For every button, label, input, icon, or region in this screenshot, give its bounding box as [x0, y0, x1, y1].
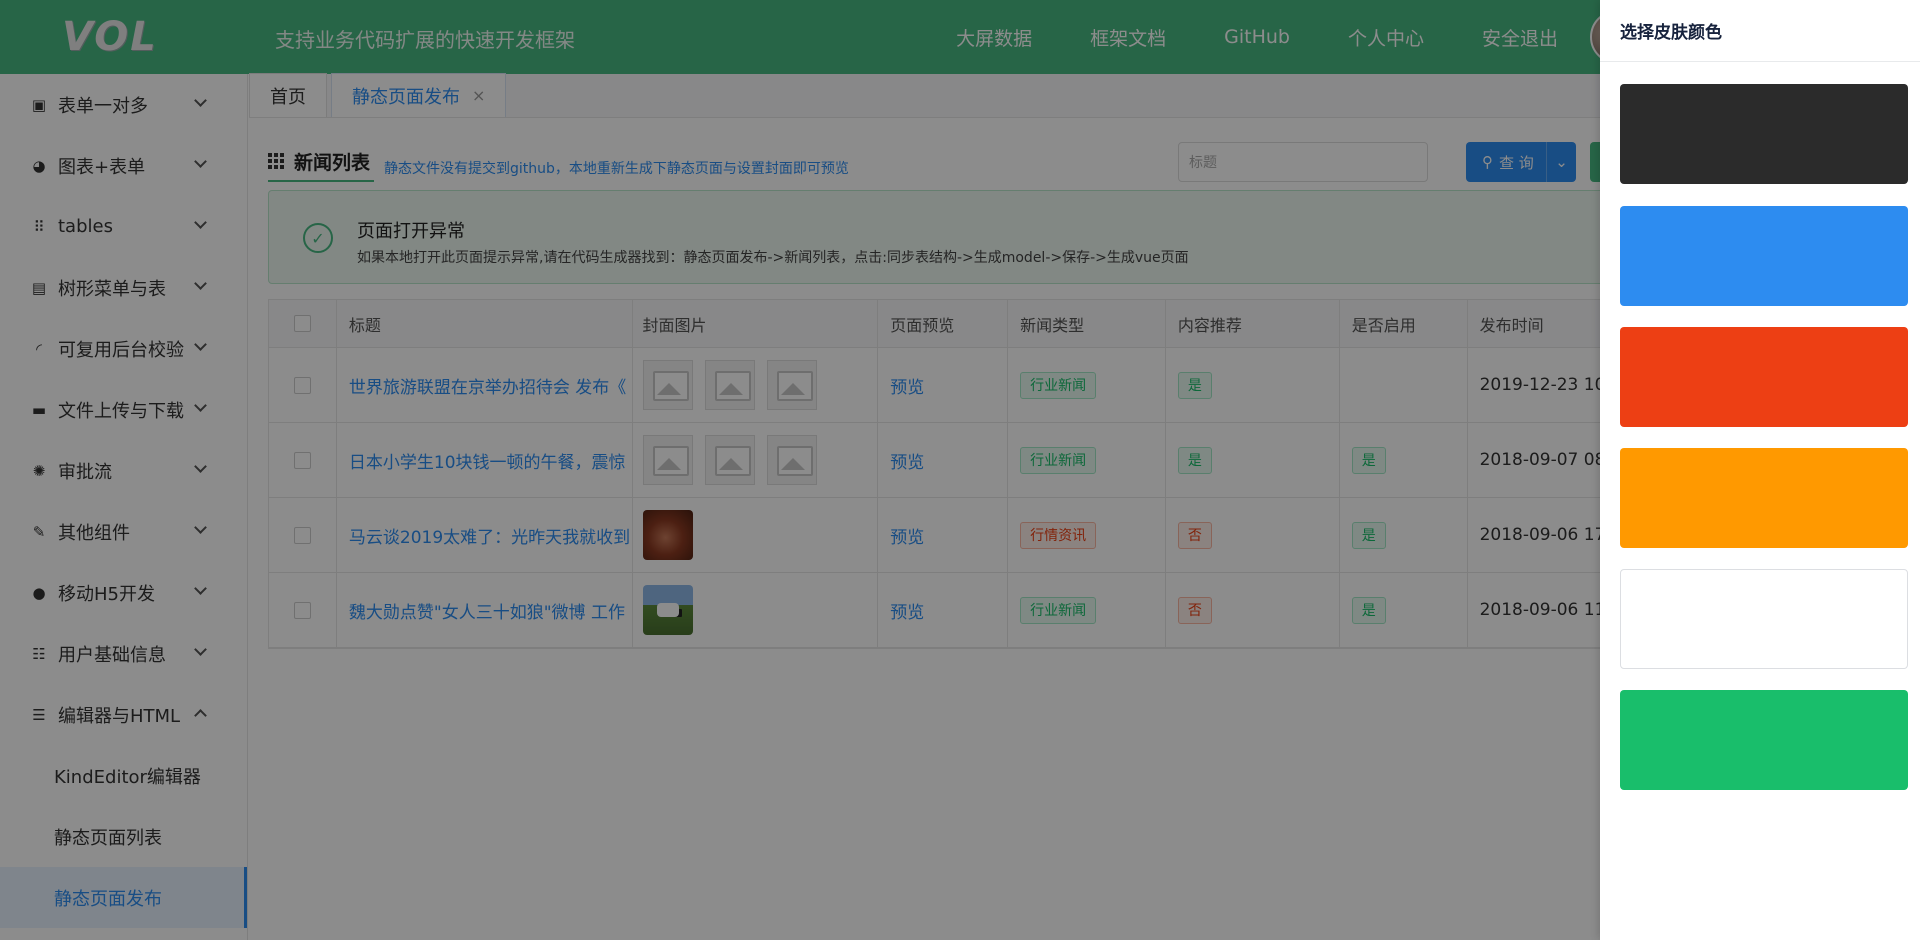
- skin-swatch-red[interactable]: [1620, 327, 1908, 427]
- drawer-title: 选择皮肤颜色: [1600, 0, 1920, 62]
- skin-color-drawer: 选择皮肤颜色: [1600, 0, 1920, 940]
- skin-swatch-dark[interactable]: [1620, 84, 1908, 184]
- skin-swatch-white[interactable]: [1620, 569, 1908, 669]
- skin-swatch-orange[interactable]: [1620, 448, 1908, 548]
- skin-swatch-blue[interactable]: [1620, 206, 1908, 306]
- modal-overlay[interactable]: [0, 0, 1600, 940]
- skin-swatch-green[interactable]: [1620, 690, 1908, 790]
